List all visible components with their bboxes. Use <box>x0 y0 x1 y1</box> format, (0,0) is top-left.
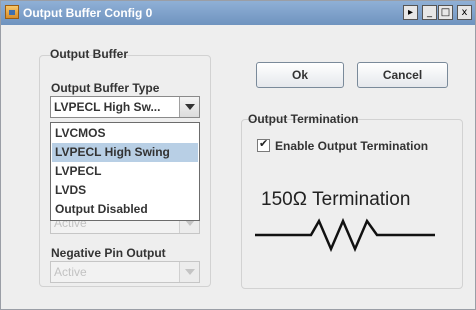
negative-pin-label: Negative Pin Output <box>51 246 166 260</box>
chevron-down-icon[interactable] <box>179 97 199 117</box>
output-buffer-type-dropdown[interactable]: LVCMOS LVPECL High Swing LVPECL LVDS Out… <box>50 122 200 221</box>
output-buffer-type-label: Output Buffer Type <box>51 81 160 95</box>
enable-termination-label[interactable]: Enable Output Termination <box>275 139 428 153</box>
dropdown-option-lvpecl-high-swing[interactable]: LVPECL High Swing <box>52 143 198 162</box>
dropdown-option-lvds[interactable]: LVDS <box>52 181 198 200</box>
enable-termination-checkbox[interactable]: ✔ <box>257 137 270 152</box>
maximize-button[interactable]: □ <box>438 5 453 20</box>
negative-pin-value: Active <box>54 265 87 279</box>
restore-button[interactable]: ▸ <box>403 5 418 20</box>
title-bar[interactable]: Output Buffer Config 0 ▸ _ □ x <box>1 1 475 25</box>
check-icon: ✔ <box>259 137 269 150</box>
cancel-button[interactable]: Cancel <box>357 62 448 88</box>
output-buffer-type-value: LVPECL High Sw... <box>54 100 161 114</box>
resistor-icon <box>255 217 435 253</box>
dropdown-option-lvpecl[interactable]: LVPECL <box>52 162 198 181</box>
ok-button[interactable]: Ok <box>256 62 344 88</box>
maximize-icon: □ <box>440 7 451 18</box>
negative-pin-select: Active <box>50 261 200 283</box>
termination-value-label: 150Ω Termination <box>261 189 411 210</box>
dropdown-option-lvcmos[interactable]: LVCMOS <box>52 124 198 143</box>
chevron-down-icon <box>179 262 199 282</box>
restore-icon: ▸ <box>407 7 414 18</box>
output-buffer-type-select[interactable]: LVPECL High Sw... <box>50 96 200 118</box>
minimize-button[interactable]: _ <box>422 5 437 20</box>
dropdown-option-output-disabled[interactable]: Output Disabled <box>52 200 198 219</box>
config-window: Output Buffer Config 0 ▸ _ □ x Output Bu… <box>0 0 476 310</box>
output-termination-title: Output Termination <box>248 112 359 126</box>
app-icon <box>5 5 19 19</box>
window-title: Output Buffer Config 0 <box>23 6 153 20</box>
minimize-icon: _ <box>427 7 432 18</box>
close-icon: x <box>461 7 468 18</box>
close-button[interactable]: x <box>457 5 472 20</box>
output-buffer-title: Output Buffer <box>50 47 128 61</box>
